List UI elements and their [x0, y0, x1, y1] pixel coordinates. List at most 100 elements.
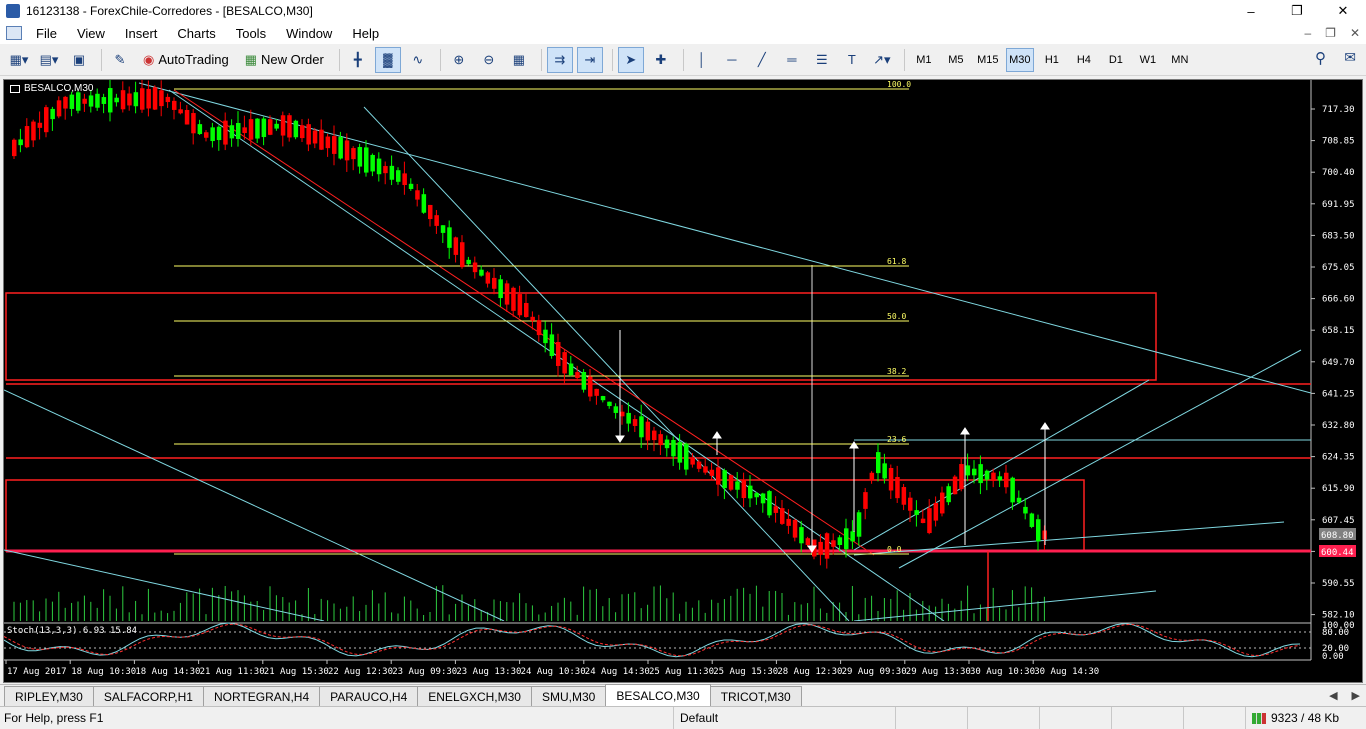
- fib-level-label: 61.8: [887, 257, 906, 266]
- menu-help[interactable]: Help: [342, 26, 389, 41]
- chat-icon[interactable]: ✉: [1344, 49, 1356, 66]
- time-tick-label: 25 Aug 15:30: [713, 667, 778, 677]
- timeframe-h1[interactable]: H1: [1038, 48, 1066, 72]
- zoom-out-icon[interactable]: ⊖: [476, 47, 502, 73]
- app-icon: [6, 4, 20, 18]
- candle-body: [332, 136, 337, 154]
- menu-tools[interactable]: Tools: [226, 26, 276, 41]
- candle-body: [927, 508, 932, 534]
- text-icon[interactable]: T: [839, 47, 865, 73]
- chart-window-icon[interactable]: [6, 26, 22, 40]
- status-help: For Help, press F1: [4, 710, 104, 725]
- menu-file[interactable]: File: [26, 26, 67, 41]
- search-icon[interactable]: ⚲: [1315, 49, 1326, 67]
- menu-view[interactable]: View: [67, 26, 115, 41]
- metaeditor-icon[interactable]: ✎: [107, 47, 133, 73]
- candle-body: [997, 476, 1003, 481]
- candle-body: [504, 283, 510, 305]
- candle-body: [620, 411, 625, 417]
- status-traffic: 9323 / 48 Kb: [1271, 711, 1340, 725]
- candle-body: [408, 183, 414, 189]
- mdi-restore-icon[interactable]: ❐: [1325, 26, 1336, 40]
- candle-body: [434, 215, 439, 226]
- timeframe-d1[interactable]: D1: [1102, 48, 1130, 72]
- vertical-line-icon[interactable]: │: [689, 47, 715, 73]
- candle-body: [594, 388, 599, 396]
- menu-window[interactable]: Window: [276, 26, 342, 41]
- candle-body: [728, 475, 734, 490]
- candle-body: [466, 259, 471, 265]
- market-watch-icon[interactable]: ▣: [66, 47, 92, 73]
- minimize-button[interactable]: –: [1228, 0, 1274, 22]
- timeframe-m5[interactable]: M5: [942, 48, 970, 72]
- bar-chart-icon[interactable]: ╋: [345, 47, 371, 73]
- tab-parauco[interactable]: PARAUCO,H4: [319, 686, 419, 706]
- maximize-button[interactable]: ❐: [1274, 0, 1320, 22]
- menu-insert[interactable]: Insert: [115, 26, 168, 41]
- candle-body: [517, 294, 523, 316]
- tile-windows-icon[interactable]: ▦: [506, 47, 532, 73]
- menu-charts[interactable]: Charts: [167, 26, 225, 41]
- candle-body: [626, 412, 631, 424]
- mdi-close-icon[interactable]: ✕: [1350, 26, 1360, 40]
- candle-body: [760, 493, 766, 504]
- tab-smu[interactable]: SMU,M30: [530, 686, 607, 706]
- candle-body: [229, 125, 235, 139]
- candle-body: [882, 463, 887, 479]
- timeframe-m30[interactable]: M30: [1005, 47, 1034, 72]
- timeframe-m15[interactable]: M15: [974, 48, 1002, 72]
- candle-body: [133, 92, 139, 107]
- candle-body: [114, 97, 119, 103]
- trendline-icon[interactable]: ╱: [749, 47, 775, 73]
- chart-window[interactable]: BESALCO,M30 100.0 61.8 50.0 38.2 23.6 0.…: [3, 79, 1363, 683]
- chart-shift-icon[interactable]: ⇥: [576, 46, 603, 73]
- tab-tricot[interactable]: TRICOT,M30: [709, 686, 802, 706]
- tab-besalco[interactable]: BESALCO,M30: [605, 684, 711, 706]
- candle-body: [95, 93, 100, 108]
- new-chart-icon[interactable]: ▦▾: [6, 47, 32, 73]
- profiles-icon[interactable]: ▤▾: [36, 47, 62, 73]
- candle-body: [287, 115, 292, 138]
- candle-body: [972, 468, 977, 476]
- close-button[interactable]: ✕: [1320, 0, 1366, 22]
- candle-body: [82, 98, 87, 104]
- candle-body: [799, 527, 804, 544]
- fibonacci-icon[interactable]: ☰: [809, 47, 835, 73]
- zoom-in-icon[interactable]: ⊕: [446, 47, 472, 73]
- tab-enelgxch[interactable]: ENELGXCH,M30: [417, 686, 532, 706]
- tab-scroll-right-icon[interactable]: ▶: [1352, 689, 1360, 702]
- tab-scroll-left-icon[interactable]: ◀: [1329, 689, 1337, 702]
- line-chart-icon[interactable]: ∿: [405, 47, 431, 73]
- timeframe-w1[interactable]: W1: [1134, 48, 1162, 72]
- price-tick-label: 683.50: [1322, 231, 1355, 241]
- new-order-button[interactable]: ▦ New Order: [239, 47, 330, 73]
- price-tick-label: 658.15: [1322, 326, 1355, 336]
- status-bar: For Help, press F1 Default 9323 / 48 Kb: [0, 706, 1366, 729]
- candlestick-icon[interactable]: ▓: [374, 46, 401, 73]
- timeframe-h4[interactable]: H4: [1070, 48, 1098, 72]
- tab-ripley[interactable]: RIPLEY,M30: [4, 686, 94, 706]
- tab-salfacorp[interactable]: SALFACORP,H1: [92, 686, 204, 706]
- candle-body: [690, 457, 695, 465]
- autotrading-button[interactable]: ◉ AutoTrading: [137, 47, 235, 73]
- candle-body: [671, 439, 676, 457]
- timeframe-mn[interactable]: MN: [1166, 48, 1194, 72]
- candle-body: [901, 487, 907, 505]
- candle-body: [965, 465, 971, 476]
- horizontal-line-icon[interactable]: ─: [719, 47, 745, 73]
- equidistant-channel-icon[interactable]: ═: [779, 47, 805, 73]
- candle-body: [178, 109, 183, 114]
- candle-body: [748, 485, 753, 499]
- timeframe-m1[interactable]: M1: [910, 48, 938, 72]
- candle-body: [511, 287, 516, 311]
- price-chart[interactable]: 100.0 61.8 50.0 38.2 23.6 0.0 717.30 708.85 700…: [3, 80, 1362, 682]
- candle-body: [44, 107, 49, 133]
- candle-body: [1036, 519, 1041, 542]
- crosshair-icon[interactable]: ✚: [648, 47, 674, 73]
- mdi-minimize-icon[interactable]: –: [1304, 26, 1311, 40]
- cursor-icon[interactable]: ➤: [617, 46, 644, 73]
- arrows-icon[interactable]: ↗▾: [869, 47, 895, 73]
- tab-nortegran[interactable]: NORTEGRAN,H4: [202, 686, 321, 706]
- candle-body: [216, 126, 222, 141]
- auto-scroll-icon[interactable]: ⇉: [546, 46, 573, 73]
